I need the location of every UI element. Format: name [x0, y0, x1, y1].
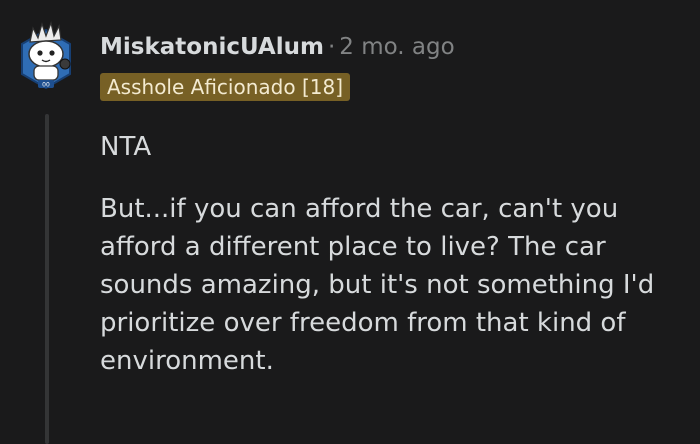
comment-meta: MiskatonicUAlum · 2 mo. ago [100, 32, 455, 62]
comment-body: NTA But...if you can afford the car, can… [100, 128, 690, 380]
comment-paragraph: But...if you can afford the car, can't y… [100, 194, 655, 376]
snoo-avatar-icon: 00 [21, 20, 71, 90]
user-flair: Asshole Aficionado [18] [100, 73, 350, 101]
comment-paragraph: NTA [100, 132, 152, 162]
username-link[interactable]: MiskatonicUAlum [100, 34, 324, 60]
meta-separator: · [327, 34, 336, 60]
svg-text:00: 00 [42, 82, 50, 89]
avatar[interactable]: 00 [18, 20, 74, 92]
thread-collapse-line[interactable] [45, 114, 49, 444]
comment-timestamp[interactable]: 2 mo. ago [339, 34, 454, 60]
